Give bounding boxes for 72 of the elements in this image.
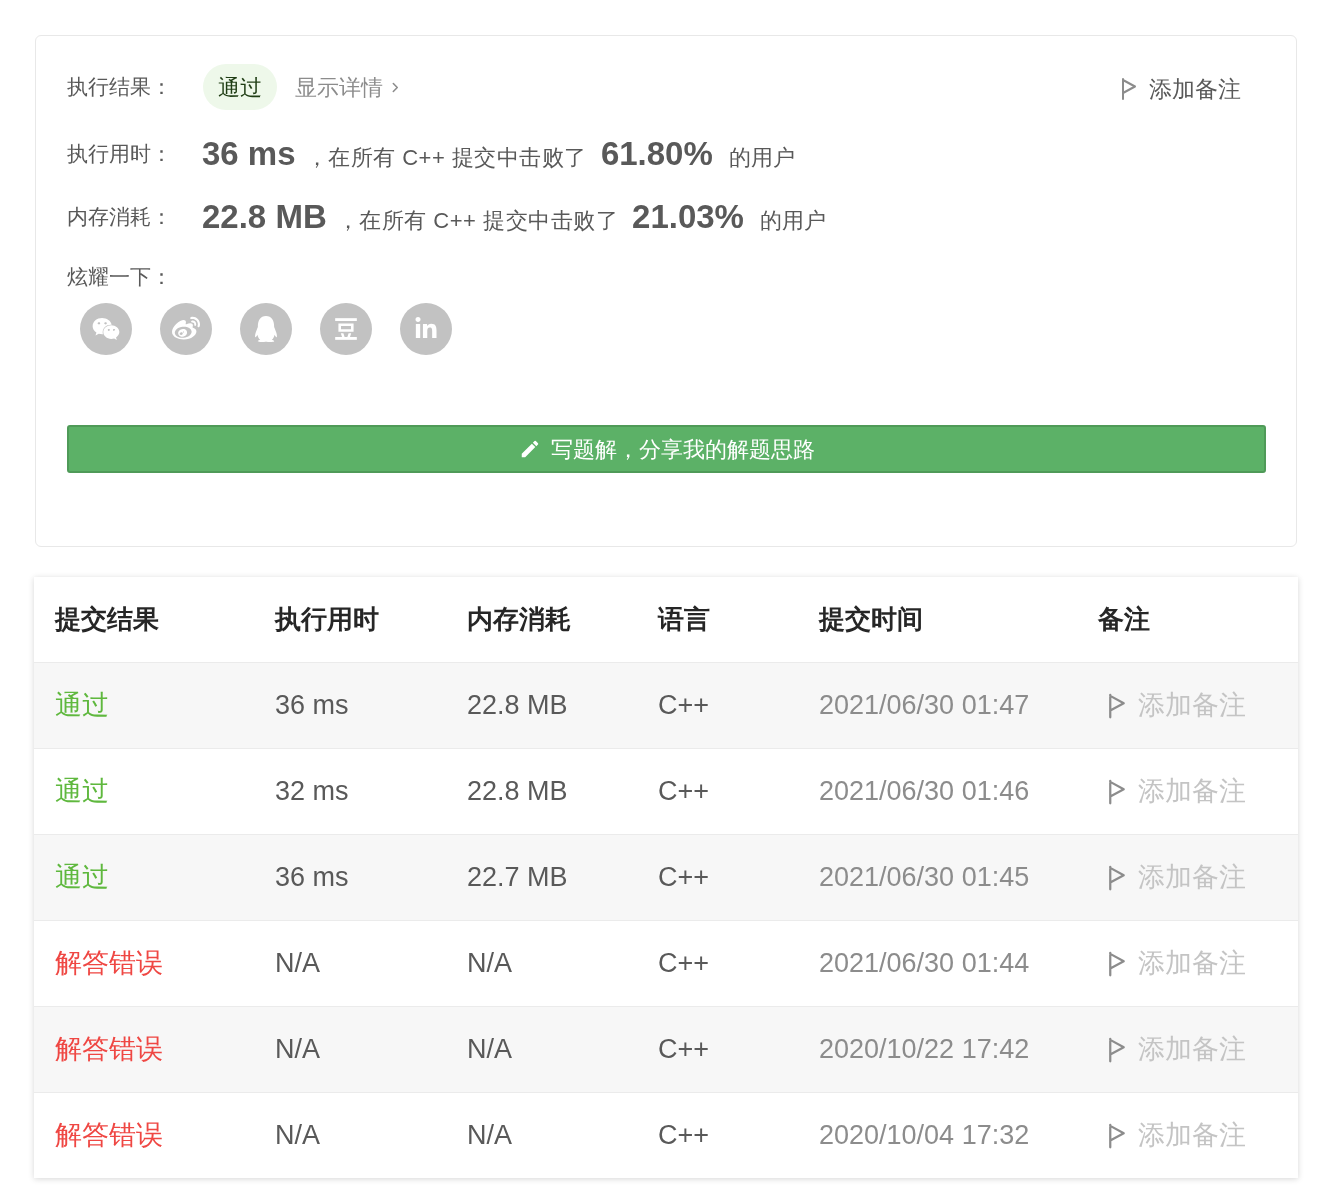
chevron-right-icon (392, 81, 399, 93)
stat-label: 内存消耗： (67, 204, 173, 231)
result-link[interactable]: 通过 (55, 857, 109, 898)
memory-cell-text: N/A (467, 947, 512, 981)
memory-cell-text: 22.8 MB (467, 689, 568, 723)
result-link[interactable]: 通过 (55, 771, 109, 812)
stat-value: 22.8 MB (202, 197, 327, 238)
bean-glyph-icon (333, 316, 359, 342)
stat-text: ，在所有 C++ 提交中击败了 (305, 143, 587, 172)
share-button[interactable] (160, 303, 212, 355)
share-button[interactable] (400, 303, 452, 355)
memory-cell-text: N/A (467, 1119, 512, 1153)
stat-suffix: 的用户 (759, 206, 826, 235)
share-button[interactable] (320, 303, 372, 355)
submit-time-cell-text: 2020/10/04 17:32 (819, 1119, 1030, 1153)
runtime-cell-text: 32 ms (275, 775, 349, 809)
submit-time-cell-text: 2021/06/30 01:47 (819, 689, 1030, 723)
runtime-cell-text: 36 ms (275, 689, 349, 723)
flag-icon (1108, 950, 1126, 977)
column-header: 备注 (1098, 603, 1150, 636)
details-link[interactable]: 显示详情 (295, 70, 399, 104)
flag-icon (1108, 1036, 1126, 1063)
flag-icon (1108, 1122, 1126, 1149)
stat-value: 36 ms (202, 134, 296, 175)
stat-percent: 61.80% (600, 134, 713, 175)
status-badge: 通过 (203, 64, 277, 110)
column-header: 内存消耗 (467, 603, 571, 636)
column-header: 执行用时 (275, 603, 379, 636)
submit-time-cell-text: 2021/06/30 01:46 (819, 775, 1030, 809)
flag-icon (1121, 78, 1137, 100)
stat-suffix: 的用户 (728, 143, 795, 172)
flag-icon (1108, 864, 1126, 891)
result-link[interactable]: 解答错误 (55, 1029, 163, 1070)
stat-percent: 21.03% (632, 197, 744, 238)
column-header: 提交结果 (55, 603, 159, 636)
runtime-cell-text: N/A (275, 1033, 320, 1067)
column-header: 语言 (658, 603, 710, 636)
memory-cell-text: N/A (467, 1033, 512, 1067)
language-cell-text: C++ (658, 947, 710, 981)
stat-label: 执行用时： (67, 141, 173, 168)
flag-icon (1108, 692, 1126, 719)
result-label: 执行结果： (67, 74, 173, 101)
language-cell-text: C++ (658, 1033, 710, 1067)
runtime-cell-text: 36 ms (275, 861, 349, 895)
result-link[interactable]: 通过 (55, 685, 109, 726)
language-cell-text: C++ (658, 775, 710, 809)
language-cell-text: C++ (658, 689, 710, 723)
chat-bubbles-icon (92, 315, 120, 343)
share-button[interactable] (240, 303, 292, 355)
stat-text: ，在所有 C++ 提交中击败了 (336, 206, 619, 235)
memory-cell-text: 22.7 MB (467, 861, 568, 895)
write-solution-button[interactable]: 写题解，分享我的解题思路 (67, 425, 1266, 473)
in-logo-icon (414, 317, 438, 341)
language-cell-text: C++ (658, 1119, 710, 1153)
submit-time-cell-text: 2021/06/30 01:45 (819, 861, 1030, 895)
share-button[interactable] (80, 303, 132, 355)
result-link[interactable]: 解答错误 (55, 1115, 163, 1156)
language-cell-text: C++ (658, 861, 710, 895)
add-note-button[interactable]: 添加备注 (1108, 943, 1246, 984)
runtime-cell-text: N/A (275, 1119, 320, 1153)
add-note-button[interactable]: 添加备注 (1108, 1115, 1246, 1156)
result-link[interactable]: 解答错误 (55, 943, 163, 984)
flag-icon (1108, 778, 1126, 805)
runtime-cell-text: N/A (275, 947, 320, 981)
submit-time-cell-text: 2021/06/30 01:44 (819, 947, 1030, 981)
penguin-icon (254, 316, 278, 342)
submit-time-cell-text: 2020/10/22 17:42 (819, 1033, 1030, 1067)
column-header: 提交时间 (819, 603, 923, 636)
add-note-button[interactable]: 添加备注 (1121, 71, 1241, 107)
share-label: 炫耀一下： (67, 264, 172, 291)
add-note-button[interactable]: 添加备注 (1108, 771, 1246, 812)
memory-cell-text: 22.8 MB (467, 775, 568, 809)
